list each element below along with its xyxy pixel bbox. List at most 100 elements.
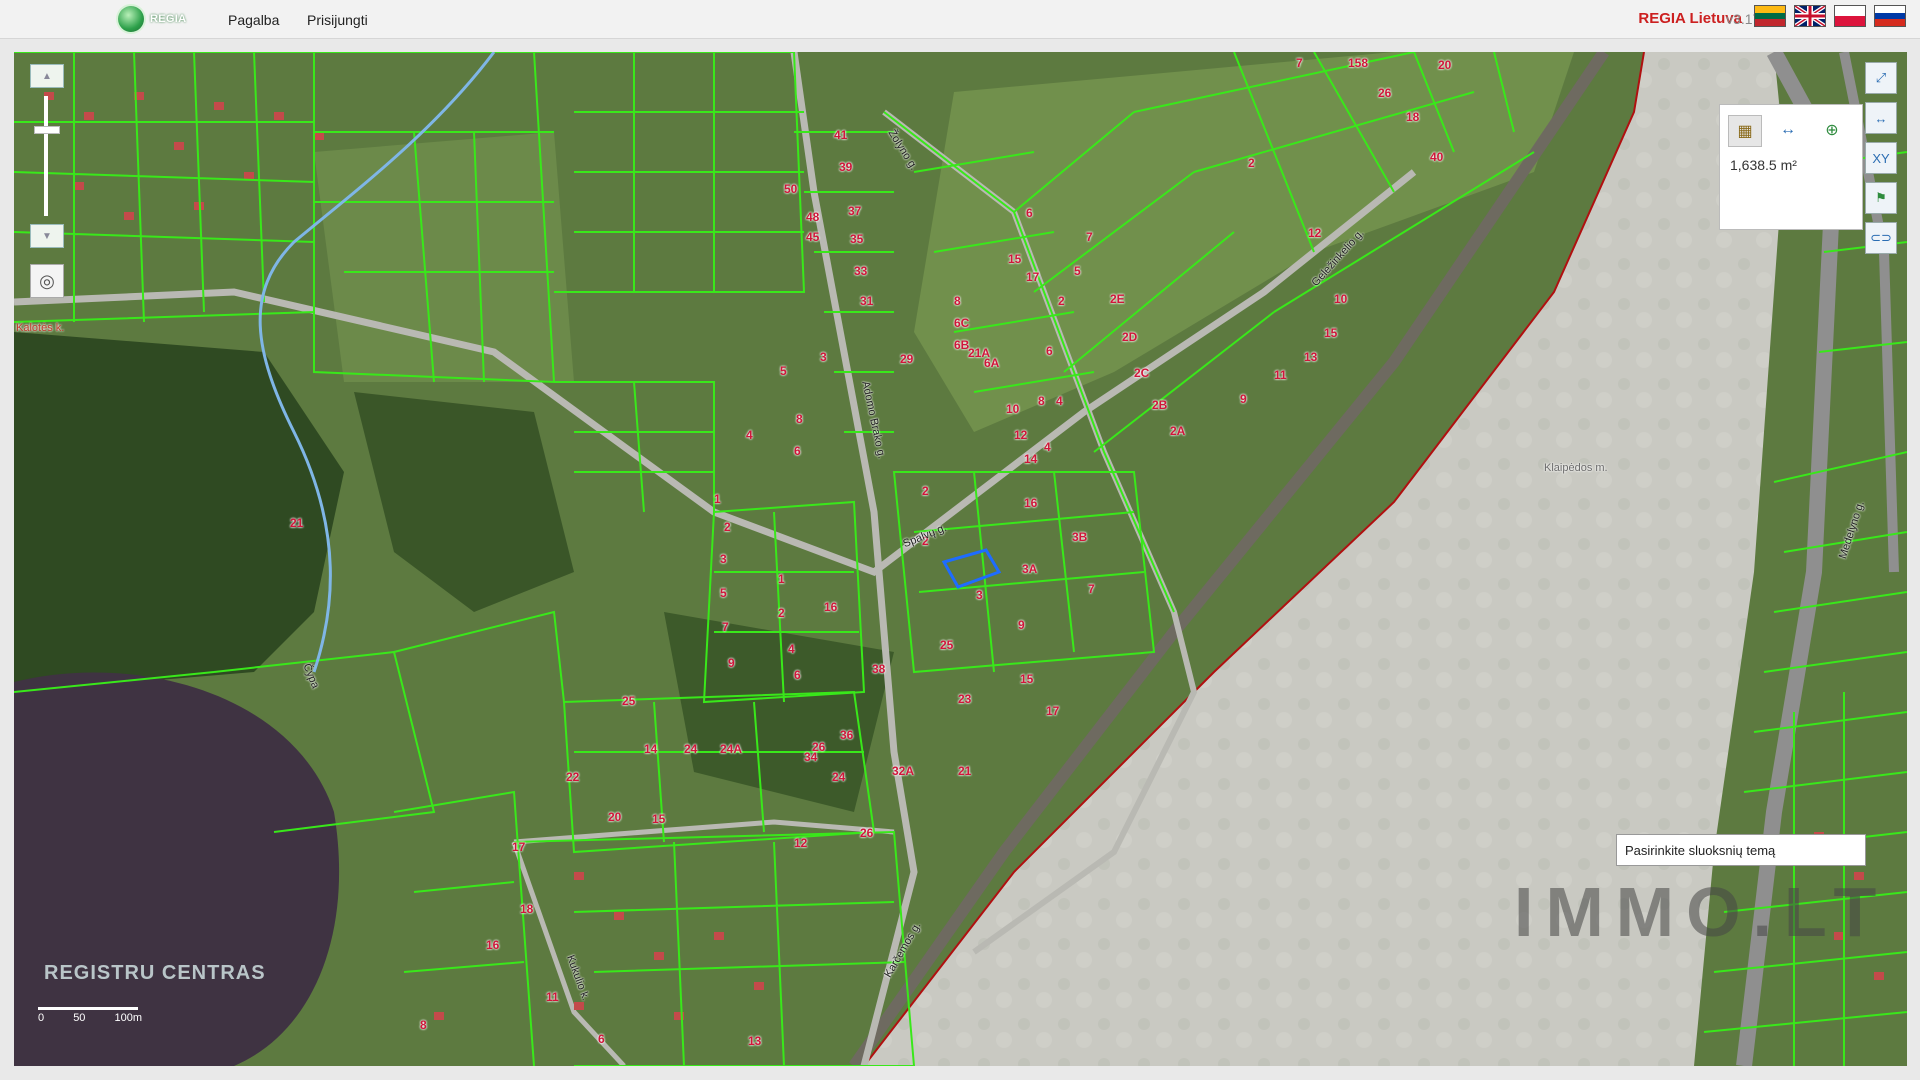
parcel-label: 37	[848, 204, 862, 218]
regia-logo[interactable]: REGIA	[118, 6, 186, 32]
parcel-label: 26	[860, 826, 874, 840]
parcel-label: 5	[1074, 264, 1081, 278]
zoom-in-button[interactable]: ▲	[30, 64, 64, 88]
parcel-label: 6C	[954, 316, 970, 330]
parcel-label: 8	[796, 412, 803, 426]
parcel-label: 18	[1406, 110, 1420, 124]
zoom-slider[interactable]	[34, 96, 60, 216]
parcel-label-selected[interactable]: 3	[976, 588, 983, 602]
parcel-label: 24A	[720, 742, 743, 756]
parcel-label: 6	[598, 1032, 605, 1046]
parcel-label: 14	[1024, 452, 1038, 466]
scale-label-100: 100m	[114, 1012, 143, 1024]
parcel-label: 41	[834, 128, 848, 142]
distance-measure-tool[interactable]: ↔	[1772, 115, 1804, 145]
parcel-label: 10	[1334, 292, 1348, 306]
parcel-label: 17	[512, 840, 526, 854]
layer-theme-select[interactable]: Pasirinkite sluoksnių temą	[1616, 834, 1866, 866]
parcel-label: 9	[1240, 392, 1247, 406]
parcel-label: 25	[622, 694, 636, 708]
parcel-label: 31	[860, 294, 874, 308]
parcel-label: 3	[820, 350, 827, 364]
distance-icon: ↔	[1780, 121, 1796, 138]
regia-logo-icon	[118, 6, 144, 32]
parcel-label: 4	[1044, 440, 1051, 454]
parcel-label: 7	[1088, 582, 1095, 596]
scale-label-50: 50	[73, 1012, 86, 1024]
russia-flag-icon[interactable]	[1874, 5, 1906, 27]
parcel-label: 1	[778, 572, 785, 586]
regia-logo-text: REGIA	[150, 13, 187, 25]
parcel-label: 8	[420, 1018, 427, 1032]
parcel-label: 50	[784, 182, 798, 196]
point-measure-tool[interactable]: ⊕	[1816, 115, 1848, 145]
parcel-label: 6	[794, 668, 801, 682]
flag-button[interactable]: ⚑	[1865, 182, 1897, 214]
parcel-label: 2E	[1110, 292, 1125, 306]
area-measure-tool[interactable]: ▦	[1728, 115, 1762, 147]
parcel-label: 7	[722, 620, 729, 634]
fullscreen-button[interactable]: ⤢	[1865, 62, 1897, 94]
parcel-label: 12	[1308, 226, 1322, 240]
top-bar: REGIA Pagalba Prisijungti REGIA Lietuva …	[0, 0, 1920, 39]
parcel-label: 15	[652, 812, 666, 826]
parcel-label: 8	[1038, 394, 1045, 408]
lithuania-flag-icon[interactable]	[1754, 5, 1786, 27]
parcel-label: 15	[1324, 326, 1338, 340]
zoom-out-button[interactable]: ▼	[30, 224, 64, 248]
parcel-label: 4	[746, 428, 753, 442]
xy-icon: XY	[1872, 150, 1890, 166]
parcel-label: 15	[1008, 252, 1022, 266]
parcel-label: 17	[1046, 704, 1060, 718]
parcel-label: 3	[720, 552, 727, 566]
parcel-label: 6	[1026, 206, 1033, 220]
parcel-label: 39	[839, 160, 853, 174]
fullscreen-icon: ⤢	[1875, 70, 1887, 85]
measure-distance-button[interactable]: ↔	[1865, 102, 1897, 134]
zoom-knob[interactable]	[34, 126, 60, 134]
parcel-label: 2	[778, 606, 785, 620]
scale-label-0: 0	[38, 1012, 45, 1024]
parcel-label: 26	[1378, 86, 1392, 100]
locate-button[interactable]: ◎	[30, 264, 64, 298]
parcel-label: 16	[824, 600, 838, 614]
parcel-label: 2D	[1122, 330, 1138, 344]
map-viewport[interactable]: 41 39 50 48 45 37 35 33 31 29 3 5 8 4 6 …	[14, 52, 1907, 1066]
parcel-label: 23	[958, 692, 972, 706]
target-icon: ◎	[39, 270, 55, 291]
login-link[interactable]: Prisijungti	[307, 12, 368, 28]
help-link[interactable]: Pagalba	[228, 12, 279, 28]
area-measure-value: 1,638.5 m²	[1730, 157, 1797, 173]
parcel-label: 5	[720, 586, 727, 600]
parcel-label: 20	[1438, 58, 1452, 72]
coordinates-button[interactable]: XY	[1865, 142, 1897, 174]
parcel-label: 7	[1086, 230, 1093, 244]
zoom-control: ▲ ▼	[30, 64, 64, 248]
parcel-label: 4	[1056, 394, 1063, 408]
parcel-label: 18	[520, 902, 534, 916]
parcel-label: 3A	[1022, 562, 1038, 576]
flag-icon: ⚑	[1875, 190, 1887, 205]
parcel-label: 5	[780, 364, 787, 378]
parcel-label: 6	[1046, 344, 1053, 358]
parcel-label: 11	[546, 990, 559, 1004]
parcel-label: 10	[1006, 402, 1020, 416]
parcel-label: 38	[872, 662, 886, 676]
region-label: Kalotės k.	[16, 322, 65, 334]
parcel-label: 33	[854, 264, 868, 278]
area-icon: ▦	[1737, 123, 1753, 140]
parcel-label: 45	[806, 230, 820, 244]
parcel-label: 2C	[1134, 366, 1150, 380]
parcel-label: 32A	[892, 764, 915, 778]
link-button[interactable]: ⊂⊃	[1865, 222, 1897, 254]
parcel-label: 9	[728, 656, 735, 670]
uk-flag-icon[interactable]	[1794, 5, 1826, 27]
parcel-label: 35	[850, 232, 864, 246]
parcel-label: 48	[806, 210, 820, 224]
parcel-label: 8	[954, 294, 961, 308]
parcel-label: 2	[922, 484, 929, 498]
layer-theme-placeholder: Pasirinkite sluoksnių temą	[1625, 842, 1776, 858]
poland-flag-icon[interactable]	[1834, 5, 1866, 27]
parcel-label: 26	[812, 740, 826, 754]
parcel-label: 2	[1058, 294, 1065, 308]
